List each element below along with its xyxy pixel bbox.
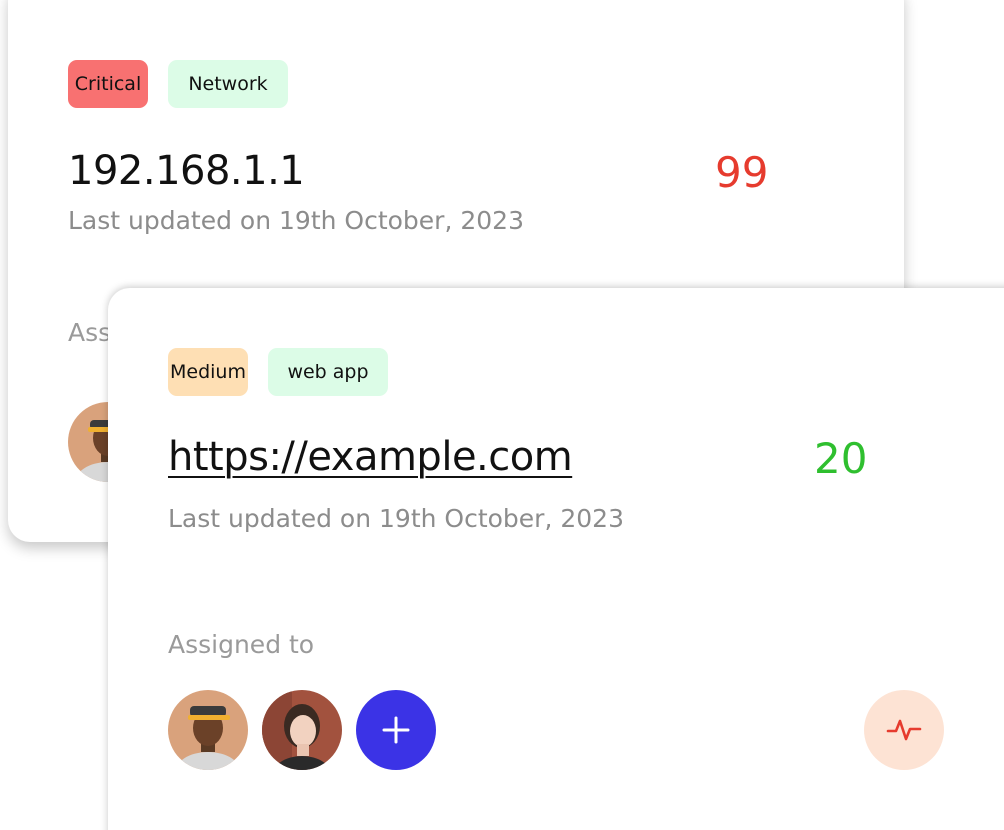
assignee-avatar-1[interactable] bbox=[168, 690, 248, 770]
activity-icon bbox=[886, 719, 922, 741]
last-updated-text: Last updated on 19th October, 2023 bbox=[168, 504, 624, 533]
activity-button[interactable] bbox=[864, 690, 944, 770]
stage: Critical Network 192.168.1.1 99 Last upd… bbox=[0, 0, 1004, 830]
last-updated-text: Last updated on 19th October, 2023 bbox=[68, 206, 524, 235]
category-badge: Network bbox=[168, 60, 288, 108]
risk-score: 20 bbox=[814, 434, 868, 483]
finding-card-webapp[interactable]: Medium web app https://example.com 20 La… bbox=[108, 288, 1004, 830]
severity-badge: Medium bbox=[168, 348, 248, 396]
avatar-man-cap-icon bbox=[168, 690, 248, 770]
severity-badge: Critical bbox=[68, 60, 148, 108]
asset-link[interactable]: https://example.com bbox=[168, 434, 573, 480]
assigned-label: Assigned to bbox=[168, 630, 315, 659]
avatar-woman-icon bbox=[262, 690, 342, 770]
add-assignee-button[interactable] bbox=[356, 690, 436, 770]
plus-icon bbox=[382, 716, 410, 744]
assignee-avatar-2[interactable] bbox=[262, 690, 342, 770]
asset-title[interactable]: 192.168.1.1 bbox=[68, 148, 305, 194]
category-badge: web app bbox=[268, 348, 388, 396]
risk-score: 99 bbox=[715, 148, 769, 197]
